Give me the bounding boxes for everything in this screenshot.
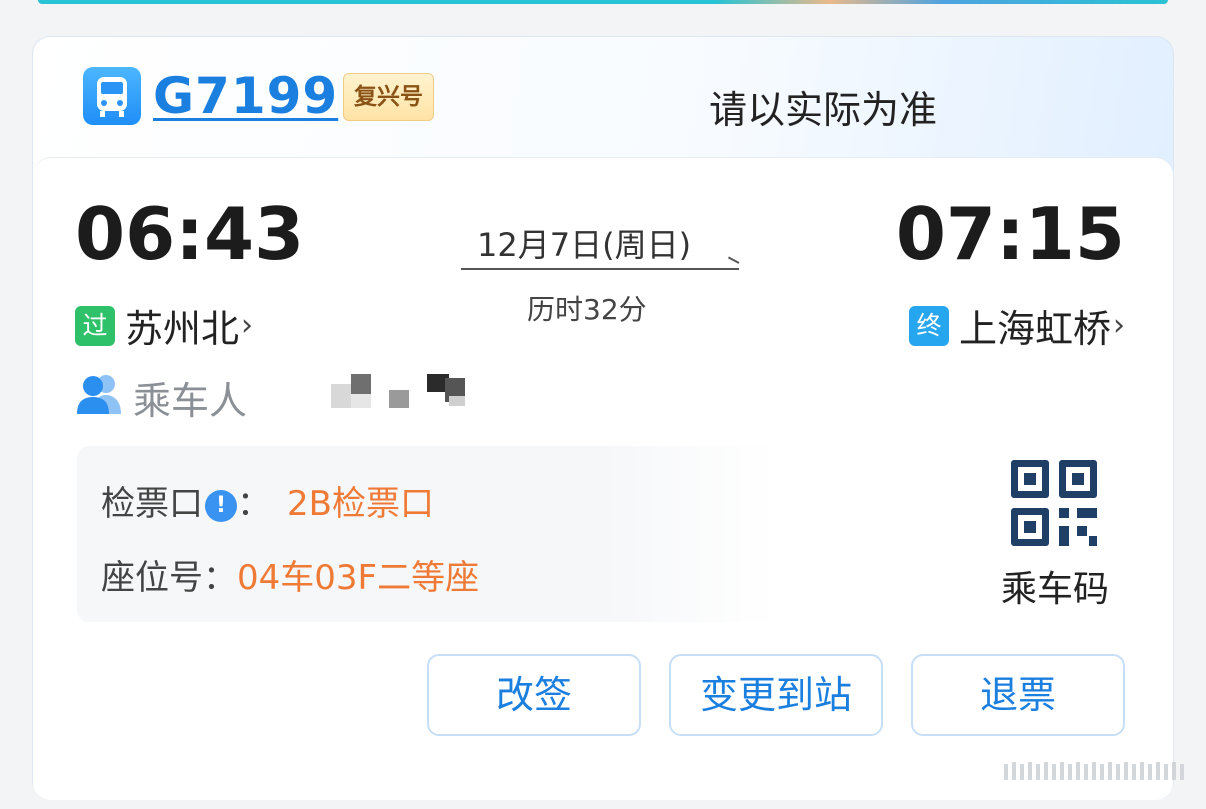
ticket-info-box: 检票口!： 2B检票口 座位号：04车03F二等座 <box>77 446 777 622</box>
journey-arrow-line <box>461 268 739 270</box>
arrival-station-name: 上海虹桥 <box>958 307 1111 351</box>
seat-value: 04车03F二等座 <box>237 558 480 598</box>
terminal-badge: 终 <box>908 305 949 346</box>
train-type-badge: 复兴号 <box>343 73 434 121</box>
watermark-logo <box>1004 762 1184 780</box>
info-icon[interactable]: ! <box>205 490 237 522</box>
ticket-card: G7199 复兴号 请以实际为准 06:43 12月7日(周日) 历时32分 0… <box>32 36 1174 800</box>
seat-row: 座位号：04车03F二等座 <box>101 550 479 599</box>
train-icon <box>83 67 141 125</box>
gate-label: 检票口 <box>101 484 203 524</box>
chevron-right-icon: › <box>1113 308 1125 343</box>
top-banner-strip <box>38 0 1168 4</box>
arrival-time: 07:15 <box>895 192 1125 276</box>
pass-badge: 过 <box>75 305 115 346</box>
departure-station-link[interactable]: 过苏州北› <box>75 298 254 351</box>
change-ticket-button[interactable]: 改签 <box>427 654 641 736</box>
departure-station-name: 苏州北 <box>125 307 240 351</box>
gate-colon: ： <box>237 484 271 524</box>
qr-code-icon <box>1011 460 1097 546</box>
gate-value: 2B检票口 <box>287 484 434 524</box>
travel-date: 12月7日(周日) <box>477 226 692 264</box>
travel-duration: 历时32分 <box>527 293 647 326</box>
notice-text: 请以实际为准 <box>709 88 938 132</box>
ticket-header: G7199 复兴号 请以实际为准 <box>33 37 1173 157</box>
gate-row: 检票口!： 2B检票口 <box>101 476 434 525</box>
passenger-label: 乘车人 <box>133 379 248 423</box>
train-number-link[interactable]: G7199 <box>153 67 338 125</box>
arrival-station-link[interactable]: 终上海虹桥› <box>908 298 1125 351</box>
people-icon <box>77 375 121 414</box>
seat-label: 座位号： <box>101 558 237 598</box>
ticket-body: 06:43 12月7日(周日) 历时32分 07:15 过苏州北› 终上海虹桥›… <box>33 157 1173 800</box>
change-destination-button[interactable]: 变更到站 <box>669 654 883 736</box>
journey-arrow-head <box>727 256 740 264</box>
chevron-right-icon: › <box>241 308 254 343</box>
boarding-code-button[interactable]: 乘车码 <box>993 456 1117 610</box>
departure-time: 06:43 <box>75 192 305 276</box>
refund-button[interactable]: 退票 <box>911 654 1125 736</box>
boarding-code-label: 乘车码 <box>1000 569 1109 610</box>
